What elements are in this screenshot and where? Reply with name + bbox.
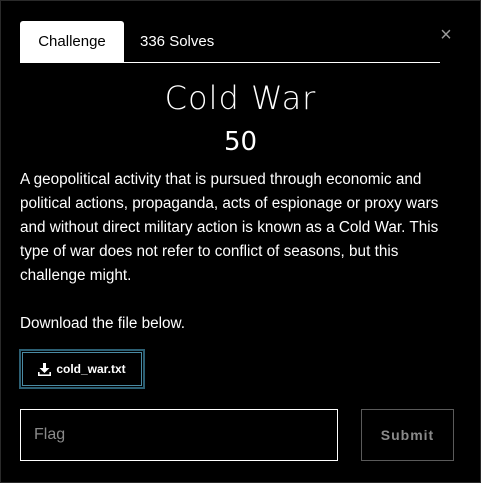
tab-challenge[interactable]: Challenge bbox=[20, 21, 124, 62]
close-icon[interactable]: × bbox=[438, 25, 454, 45]
flag-input[interactable] bbox=[20, 409, 338, 461]
download-note: Download the file below. bbox=[20, 315, 185, 332]
file-name: cold_war.txt bbox=[56, 362, 126, 376]
challenge-modal: Challenge 336 Solves × Cold War 50 A geo… bbox=[0, 0, 481, 483]
submit-button[interactable]: Submit bbox=[361, 409, 454, 461]
download-file-button[interactable]: cold_war.txt bbox=[19, 349, 145, 389]
tab-solves[interactable]: 336 Solves bbox=[124, 21, 214, 62]
description-line: political actions, propaganda, acts of e… bbox=[20, 195, 439, 212]
tab-bar: Challenge 336 Solves bbox=[20, 21, 440, 63]
description-line: and without direct military action is kn… bbox=[20, 219, 439, 236]
challenge-points: 50 bbox=[223, 127, 258, 157]
description-line: A geopolitical activity that is pursued … bbox=[20, 171, 422, 188]
download-icon bbox=[38, 362, 52, 376]
description-line: challenge might. bbox=[20, 267, 132, 284]
challenge-description: A geopolitical activity that is pursued … bbox=[20, 168, 460, 288]
challenge-title: Cold War bbox=[164, 79, 317, 117]
description-line: type of war does not refer to conflict o… bbox=[20, 243, 399, 260]
